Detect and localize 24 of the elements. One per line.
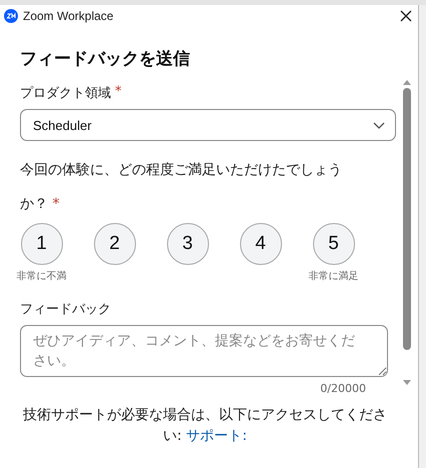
scrollbar-thumb[interactable] [403,88,411,350]
close-icon[interactable] [400,10,412,22]
window-title: Zoom Workplace [23,9,114,23]
character-counter: 0/20000 [320,382,366,395]
rating-button[interactable]: 5 [312,223,354,265]
rating-button[interactable]: 1 [20,223,62,265]
required-mark: * [115,84,122,101]
question-text: 今回の体験に、どの程度ご満足いただけたでしょうか？ * [20,161,343,214]
product-area-select[interactable]: Scheduler [20,109,396,141]
field-label: プロダクト領域 [20,85,111,102]
support-text: 技術サポートが必要な場合は、以下にアクセスしてください: サポート: [22,406,388,446]
rating-button[interactable]: 4 [240,223,282,265]
chevron-down-icon [373,122,385,128]
rating-caption: 非常に満足 [308,270,358,282]
rating-caption: 非常に不満 [16,270,66,282]
field-label: フィードバック [20,301,111,318]
rating-button[interactable]: 2 [94,223,136,265]
scroll-up-icon[interactable] [403,80,411,85]
rating-button[interactable]: 3 [166,223,208,265]
feedback-field[interactable]: ぜひアイディア、コメント、提案などをお寄せください。 [20,325,388,377]
app-logo-icon [4,9,18,23]
scroll-down-icon[interactable] [403,380,411,385]
support-link[interactable]: サポート: [186,428,247,444]
dialog-heading: フィードバックを送信 [20,48,191,70]
